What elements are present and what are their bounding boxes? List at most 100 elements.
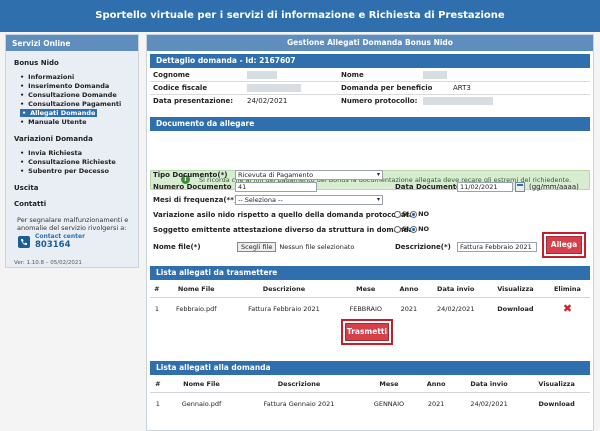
contact-center-number: 803164: [35, 240, 71, 250]
col-mese: Mese: [360, 376, 418, 393]
allega-highlight: Allega: [542, 232, 586, 258]
numero-protocollo-label: Numero protocollo:: [341, 97, 418, 105]
chevron-down-icon: ▾: [376, 196, 380, 203]
col-index: #: [150, 376, 166, 393]
data-documento-input[interactable]: 11/02/2021: [457, 182, 513, 192]
col-index: #: [150, 281, 164, 298]
variazione-no-radio[interactable]: [410, 210, 418, 218]
radio-label-no: NO: [418, 225, 430, 233]
descrizione-label: Descrizione(*): [395, 243, 451, 251]
codice-fiscale-value-redacted: [247, 84, 301, 92]
cell-index: 1: [155, 399, 160, 408]
download-link[interactable]: Download: [486, 298, 545, 320]
col-visualizza: Visualizza: [485, 281, 545, 298]
tipo-documento-label: Tipo Documento(*): [153, 171, 228, 179]
cell-mese: GENNAIO: [373, 399, 405, 408]
variazione-si-radio[interactable]: [394, 210, 401, 218]
delete-icon[interactable]: ✖: [563, 302, 572, 315]
calendar-icon[interactable]: [515, 182, 525, 192]
doc-section-title: Documento da allegare: [150, 117, 590, 131]
data-presentazione-value: 24/02/2021: [247, 97, 288, 105]
cell-anno: 2021: [427, 399, 445, 408]
trasmetti-highlight: Trasmetti: [341, 319, 393, 345]
file-input[interactable]: Scegli file Nessun file selezionato: [235, 242, 385, 252]
sidebar-item-invia-richiesta[interactable]: Invia Richiesta: [20, 149, 82, 157]
chevron-down-icon: ▾: [376, 171, 380, 178]
col-anno: Anno: [392, 281, 426, 298]
date-format-hint: (gg/mm/aaaa): [529, 183, 579, 191]
mesi-frequenza-label: Mesi di frequenza(**): [153, 196, 238, 204]
col-mese: Mese: [339, 281, 393, 298]
domanda-beneficio-label: Domanda per beneficio: [341, 84, 433, 92]
cell-nome-file: Gennaio.pdf: [181, 399, 222, 408]
tipo-documento-select[interactable]: Ricevuta di Pagamento ▾: [235, 170, 383, 180]
cell-elimina: ✖: [545, 298, 590, 320]
contact-center-label: Contact center: [35, 233, 86, 240]
col-elimina: Elimina: [544, 281, 590, 298]
phone-icon: [18, 235, 30, 248]
trasmetti-button[interactable]: Trasmetti: [345, 323, 389, 341]
sidebar-item-informazioni[interactable]: Informazioni: [20, 73, 74, 81]
table-header-row: # Nome File Descrizione Mese Anno Data i…: [150, 281, 590, 298]
cell-data-invio: 24/02/2021: [470, 399, 508, 408]
sidebar-item-inserimento-domanda[interactable]: Inserimento Domanda: [20, 82, 109, 90]
mesi-frequenza-select[interactable]: -- Seleziona -- ▾: [235, 195, 383, 205]
table-row: 1 Gennaio.pdf Fattura Gennaio 2021 GENNA…: [150, 393, 590, 415]
radio-label-si: SI: [402, 210, 410, 218]
sidebar-item-consultazione-domande[interactable]: Consultazione Domande: [20, 91, 117, 99]
numero-protocollo-value-redacted: [423, 97, 493, 105]
main-panel: Gestione Allegati Domanda Bonus Nido Det…: [146, 34, 594, 431]
sidebar-item-manuale-utente[interactable]: Manuale Utente: [20, 118, 86, 126]
sidebar-group-variazioni: Variazioni Domanda: [14, 135, 93, 143]
col-data-invio: Data invio: [454, 376, 524, 393]
sidebar-contacts-heading: Contatti: [14, 200, 47, 208]
col-visualizza: Visualizza: [523, 376, 590, 393]
soggetto-emittente-label: Soggetto emittente attestazione diverso …: [153, 226, 414, 234]
detail-section-title: Dettaglio domanda - Id: 2167607: [150, 54, 590, 68]
numero-documento-label: Numero Documento: [153, 183, 232, 191]
cognome-value-redacted: [247, 71, 277, 79]
col-data-invio: Data invio: [425, 281, 486, 298]
sidebar-title: Servizi Online: [6, 35, 138, 51]
domanda-beneficio-value: ART3: [453, 84, 471, 92]
cell-data-invio: 24/02/2021: [436, 304, 475, 313]
table-row: 1 Febbraio.pdf Fattura Febbraio 2021 FEB…: [150, 298, 590, 320]
data-documento-label: Data Documento: [395, 183, 461, 191]
variazione-asilo-radio-group: SI NO: [393, 210, 429, 218]
numero-documento-input[interactable]: 41: [235, 182, 317, 192]
sidebar-item-uscita[interactable]: Uscita: [6, 184, 46, 192]
list2-table: # Nome File Descrizione Mese Anno Data i…: [150, 376, 590, 415]
nome-value-redacted: [423, 71, 447, 79]
scegli-file-button[interactable]: Scegli file: [237, 242, 277, 252]
sidebar-contacts-note: Per segnalare malfunzionamenti e anomali…: [17, 216, 129, 232]
cell-descrizione: Fattura Febbraio 2021: [248, 304, 320, 313]
table-header-row: # Nome File Descrizione Mese Anno Data i…: [150, 376, 590, 393]
file-status: Nessun file selezionato: [279, 243, 355, 251]
radio-label-no: NO: [418, 210, 430, 218]
sidebar-item-consultazione-pagamenti[interactable]: Consultazione Pagamenti: [20, 100, 121, 108]
col-descrizione: Descrizione: [237, 376, 361, 393]
cell-mese: FEBBRAIO: [349, 304, 382, 313]
radio-label-si: SI: [402, 225, 410, 233]
descrizione-input[interactable]: Fattura Febbraio 2021: [457, 242, 537, 252]
cell-descrizione: Fattura Gennaio 2021: [263, 399, 335, 408]
sidebar-item-subentro-decesso[interactable]: Subentro per Decesso: [20, 167, 109, 175]
version-text: Ver: 1.10.8 – 05/02/2021: [14, 260, 82, 266]
list2-section-title: Lista allegati alla domanda: [150, 361, 590, 375]
list1-table: # Nome File Descrizione Mese Anno Data i…: [150, 281, 590, 320]
app-title: Sportello virtuale per i servizi di info…: [95, 10, 505, 21]
allega-button[interactable]: Allega: [546, 236, 582, 254]
nome-label: Nome: [341, 71, 364, 79]
cell-index: 1: [154, 304, 159, 313]
soggetto-si-radio[interactable]: [394, 225, 401, 233]
sidebar-item-consultazione-richieste[interactable]: Consultazione Richieste: [20, 158, 116, 166]
contact-center: Contact center 803164: [17, 233, 85, 250]
app-header: Sportello virtuale per i servizi di info…: [0, 0, 600, 32]
sidebar: Servizi Online Bonus Nido Informazioni I…: [5, 34, 139, 268]
sidebar-item-allegati-domande[interactable]: Allegati Domande: [20, 109, 98, 117]
sidebar-group-bonus-nido: Bonus Nido: [14, 59, 59, 67]
col-descrizione: Descrizione: [228, 281, 340, 298]
col-nome-file: Nome File: [163, 281, 229, 298]
soggetto-no-radio[interactable]: [410, 225, 418, 233]
download-link[interactable]: Download: [523, 393, 590, 415]
